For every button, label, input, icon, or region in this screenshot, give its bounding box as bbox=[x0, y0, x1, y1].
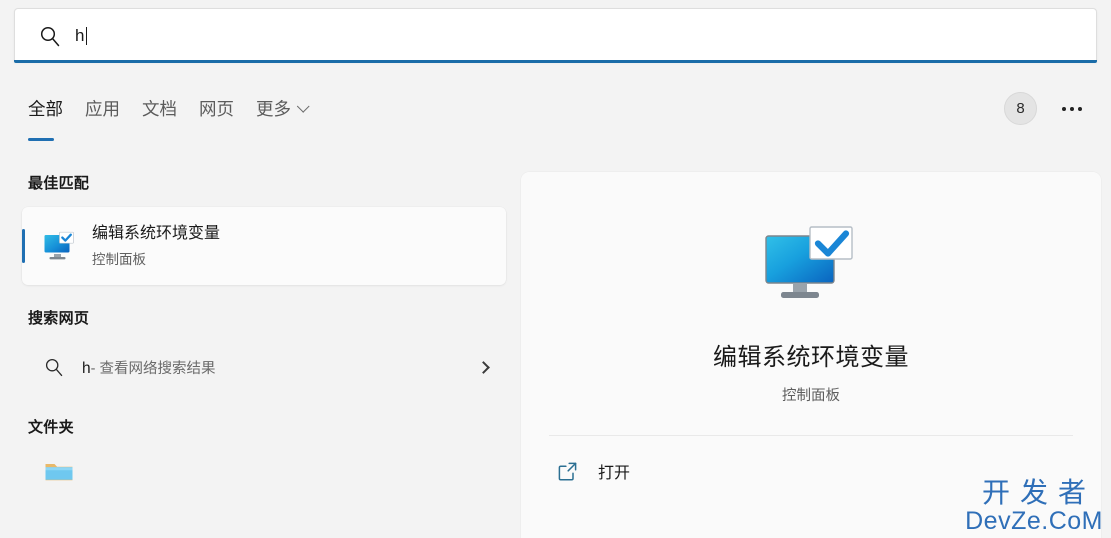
tab-web-label: 网页 bbox=[199, 99, 234, 119]
section-best-match-title: 最佳匹配 bbox=[28, 175, 90, 192]
chevron-down-icon bbox=[296, 100, 310, 113]
preview-icon-wrap bbox=[521, 224, 1101, 311]
chevron-right-icon[interactable] bbox=[477, 360, 490, 374]
folder-icon bbox=[44, 459, 74, 483]
search-icon bbox=[39, 25, 61, 47]
best-match-title: 编辑系统环境变量 bbox=[92, 225, 221, 242]
tab-more-label: 更多 bbox=[256, 99, 291, 119]
tab-all-label: 全部 bbox=[28, 99, 63, 119]
preview-pane: 编辑系统环境变量 控制面板 打开 bbox=[521, 172, 1101, 538]
action-open-label: 打开 bbox=[598, 465, 631, 482]
tab-documents-label: 文档 bbox=[142, 99, 177, 119]
preview-title: 编辑系统环境变量 bbox=[713, 344, 909, 371]
system-properties-icon bbox=[42, 229, 76, 263]
best-match-text: 编辑系统环境变量 控制面板 bbox=[92, 224, 220, 268]
action-open[interactable]: 打开 bbox=[545, 450, 1077, 492]
search-box[interactable]: h bbox=[14, 8, 1097, 62]
tab-all[interactable]: 全部 bbox=[28, 92, 85, 141]
filter-tabs-row: 全部 应用 文档 网页 更多 8 bbox=[0, 92, 1111, 148]
folder-item[interactable] bbox=[22, 451, 506, 491]
avatar-label: 8 bbox=[1016, 100, 1025, 117]
filter-tabs: 全部 应用 文档 网页 更多 bbox=[28, 92, 329, 141]
avatar[interactable]: 8 bbox=[1004, 92, 1037, 125]
tab-apps-label: 应用 bbox=[85, 99, 120, 119]
tab-apps[interactable]: 应用 bbox=[85, 92, 142, 125]
ellipsis-dot bbox=[1070, 107, 1074, 111]
search-web-label: h- 查看网络搜索结果 bbox=[82, 357, 215, 378]
open-external-icon bbox=[557, 461, 578, 482]
results-list: 最佳匹配 编辑系统环境变量 控制面板 搜索网页 h- 查看网络搜索结果 文件夹 bbox=[0, 150, 520, 538]
tab-active-indicator bbox=[28, 138, 54, 141]
best-match-item[interactable]: 编辑系统环境变量 控制面板 bbox=[22, 207, 506, 285]
search-icon bbox=[44, 357, 64, 377]
ellipsis-dot bbox=[1078, 107, 1082, 111]
best-match-subtitle: 控制面板 bbox=[92, 252, 146, 267]
section-folders-title: 文件夹 bbox=[28, 419, 74, 436]
tab-documents[interactable]: 文档 bbox=[142, 92, 199, 125]
tab-web[interactable]: 网页 bbox=[199, 92, 256, 125]
ellipsis-icon[interactable] bbox=[1055, 98, 1089, 120]
preview-divider bbox=[549, 435, 1073, 436]
text-caret bbox=[85, 26, 87, 45]
ellipsis-dot bbox=[1062, 107, 1066, 111]
search-web-suffix: - 查看网络搜索结果 bbox=[90, 360, 216, 377]
preview-subtitle: 控制面板 bbox=[782, 388, 840, 404]
windows-search-flyout: h 全部 应用 文档 网页 更多 8 最佳匹配 编辑系统环境变量 控制面板 搜索… bbox=[0, 0, 1111, 538]
search-focus-underline bbox=[14, 60, 1097, 63]
search-input[interactable]: h bbox=[75, 26, 85, 46]
tab-more[interactable]: 更多 bbox=[256, 92, 329, 125]
section-search-web-title: 搜索网页 bbox=[28, 310, 90, 327]
search-web-item[interactable]: h- 查看网络搜索结果 bbox=[22, 340, 506, 394]
selection-indicator bbox=[22, 229, 25, 263]
system-properties-icon bbox=[763, 224, 859, 311]
search-web-query: h bbox=[82, 359, 91, 377]
